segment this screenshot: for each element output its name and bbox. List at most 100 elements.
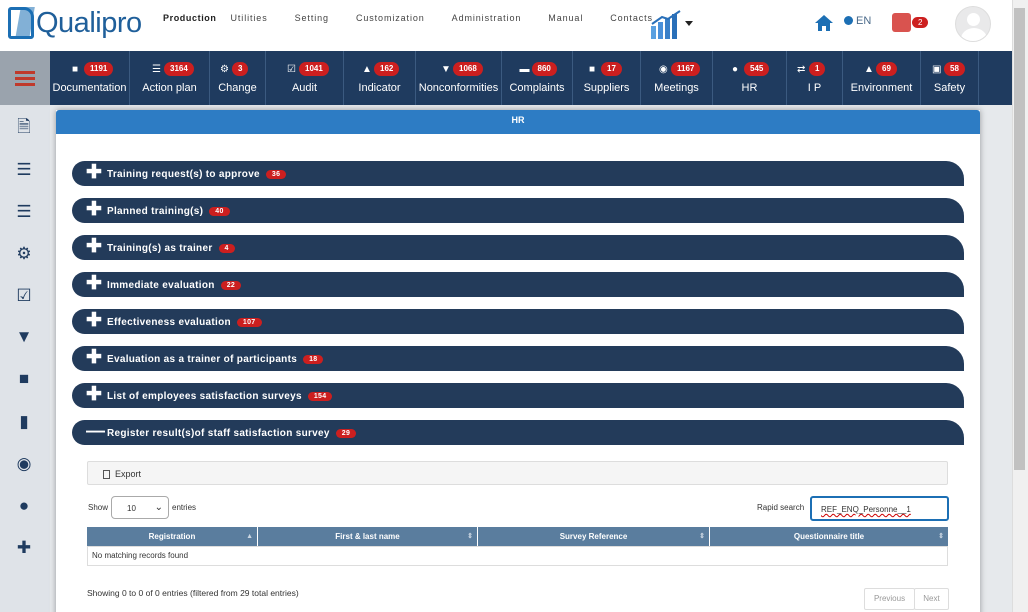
accordion-label: Effectiveness evaluation 107: [107, 317, 262, 328]
globe-icon: [844, 16, 853, 25]
home-icon[interactable]: [814, 14, 834, 32]
plus-icon[interactable]: ✚: [86, 385, 102, 404]
module-audit[interactable]: ☑ 1041 Audit: [266, 51, 344, 105]
document-icon[interactable]: 🗎: [14, 117, 34, 137]
module-nonconformities[interactable]: ▼ 1068 Nonconformities: [416, 51, 502, 105]
module-count-badge: 545: [744, 62, 770, 76]
thumbs-down-icon[interactable]: ▼: [14, 327, 34, 347]
module-i-p[interactable]: ⇄ 1 I P: [787, 51, 843, 105]
module-label: Action plan: [142, 82, 197, 94]
module-documentation[interactable]: ■ 1191 Documentation: [50, 51, 130, 105]
col-label: First & last name: [335, 532, 400, 541]
next-button[interactable]: Next: [914, 588, 949, 610]
accordion-4[interactable]: ✚ Immediate evaluation 22: [72, 272, 964, 297]
nav-administration[interactable]: Administration: [452, 13, 522, 23]
accordion-count-badge: 29: [335, 429, 357, 438]
panel-title: HR: [56, 110, 980, 134]
module-complaints[interactable]: ▬ 860 Complaints: [502, 51, 573, 105]
page-size-value: 10: [127, 504, 136, 513]
accordion-7[interactable]: ✚ List of employees satisfaction surveys 1…: [72, 383, 964, 408]
module-label: HR: [741, 82, 758, 94]
module-suppliers[interactable]: ■ 17 Suppliers: [573, 51, 641, 105]
module-label: Change: [218, 82, 257, 94]
database-icon[interactable]: ☰: [14, 202, 34, 222]
truck-icon[interactable]: ▮: [14, 412, 34, 432]
module-count-badge: 3164: [164, 62, 194, 76]
module-count-badge: 860: [531, 62, 557, 76]
accordion-2[interactable]: ✚ Planned training(s) 40: [72, 198, 964, 223]
minus-icon[interactable]: —: [86, 422, 105, 441]
sort-asc-icon: ▲: [246, 533, 253, 540]
plus-icon[interactable]: ✚: [86, 348, 102, 367]
module-count-badge: 1191: [84, 62, 114, 76]
module-label: Indicator: [358, 82, 401, 94]
col-questionnaire-title[interactable]: Questionnaire title ⇕: [710, 527, 948, 546]
export-button[interactable]: Export: [115, 469, 141, 479]
col-name[interactable]: First & last name ⇕: [258, 527, 478, 546]
chat-icon: ▬: [519, 64, 530, 75]
dashboard-chart-icon[interactable]: [650, 8, 694, 40]
table-info: Showing 0 to 0 of 0 entries (filtered fr…: [87, 588, 299, 598]
notification-icon[interactable]: [892, 13, 911, 32]
user-icon[interactable]: ●: [14, 496, 34, 516]
retweet-icon: ⇄: [797, 64, 806, 75]
module-count-badge: 17: [601, 62, 622, 76]
export-icon: [103, 470, 110, 479]
server-icon[interactable]: ☰: [14, 160, 34, 180]
nav-contacts[interactable]: Contacts: [610, 13, 653, 23]
chart-icon: ▲: [362, 64, 372, 75]
accordion-3[interactable]: ✚ Training(s) as trainer 4: [72, 235, 964, 260]
language-selector[interactable]: EN: [844, 15, 871, 27]
accordion-label: Training request(s) to approve 36: [107, 169, 287, 180]
menu-toggle-button[interactable]: [0, 51, 50, 105]
user-avatar[interactable]: [955, 6, 991, 42]
scrollbar-thumb[interactable]: [1014, 8, 1025, 470]
page-size-select[interactable]: 10 ⌄: [111, 496, 169, 519]
previous-button[interactable]: Previous: [864, 588, 915, 610]
module-indicator[interactable]: ▲ 162 Indicator: [344, 51, 416, 105]
plus-icon[interactable]: ✚: [86, 163, 102, 182]
checkbox-icon: ☑: [287, 64, 296, 75]
list-icon: ☰: [152, 64, 161, 75]
rapid-search-input[interactable]: REF_ENQ_Personne__1: [810, 496, 949, 521]
nav-utilities[interactable]: Utilities: [231, 13, 268, 23]
sort-icon: ⇕: [938, 533, 944, 540]
accordion-count-badge: 154: [307, 392, 333, 401]
accordion-8[interactable]: — Register result(s)of staff satisfaction…: [72, 420, 964, 445]
medkit-icon[interactable]: ✚: [14, 538, 34, 558]
nav-production[interactable]: Production: [163, 13, 217, 23]
module-count-badge: 58: [944, 62, 965, 76]
document-icon: ■: [72, 64, 79, 75]
entries-label: entries: [172, 503, 197, 512]
nav-manual[interactable]: Manual: [548, 13, 583, 23]
module-safety[interactable]: ▣ 58 Safety: [921, 51, 979, 105]
gear-icon: ⚙: [220, 64, 229, 75]
accordion-5[interactable]: ✚ Effectiveness evaluation 107: [72, 309, 964, 334]
nav-setting[interactable]: Setting: [295, 13, 329, 23]
nav-customization[interactable]: Customization: [356, 13, 425, 23]
plus-icon[interactable]: ✚: [86, 311, 102, 330]
module-environment[interactable]: ▲ 69 Environment: [843, 51, 921, 105]
module-action-plan[interactable]: ☰ 3164 Action plan: [130, 51, 210, 105]
accordion-6[interactable]: ✚ Evaluation as a trainer of participants…: [72, 346, 964, 371]
chat-icon[interactable]: ■: [14, 369, 34, 389]
chevron-down-icon: ⌄: [154, 502, 163, 513]
medkit-icon: ▣: [932, 64, 942, 75]
truck-icon: ■: [589, 64, 596, 75]
gear-icon[interactable]: ⚙: [14, 244, 34, 264]
module-change[interactable]: ⚙ 3 Change: [210, 51, 266, 105]
dashboard-icon[interactable]: ◉: [14, 454, 34, 474]
plus-icon[interactable]: ✚: [86, 237, 102, 256]
table-toolbar: [87, 461, 948, 485]
plus-icon[interactable]: ✚: [86, 200, 102, 219]
qualipro-logo[interactable]: Qualipro: [8, 6, 158, 40]
accordion-count-badge: 4: [218, 244, 235, 253]
module-meetings[interactable]: ◉ 1167 Meetings: [641, 51, 713, 105]
module-hr[interactable]: ● 545 HR: [713, 51, 787, 105]
accordion-1[interactable]: ✚ Training request(s) to approve 36: [72, 161, 964, 186]
plus-icon[interactable]: ✚: [86, 274, 102, 293]
col-survey-reference[interactable]: Survey Reference ⇕: [478, 527, 710, 546]
col-registration[interactable]: Registration ▲: [87, 527, 258, 546]
checkbox-icon[interactable]: ☑: [14, 286, 34, 306]
accordion-label: Evaluation as a trainer of participants 1…: [107, 354, 324, 365]
